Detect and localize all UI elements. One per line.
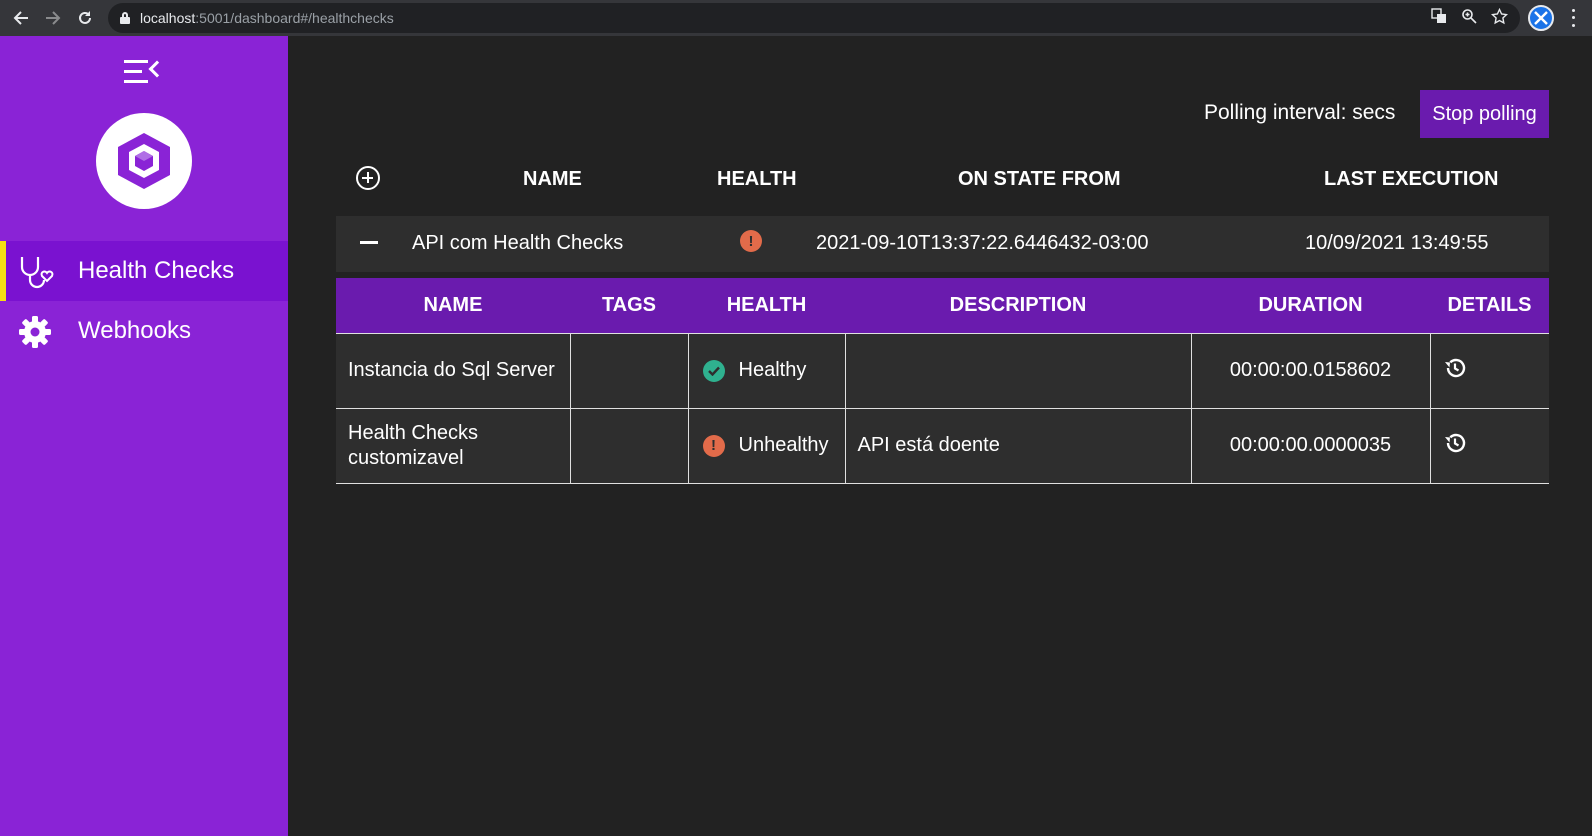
row-on-state-from: 2021-09-10T13:37:22.6446432-03:00 bbox=[816, 232, 1149, 254]
url-text: localhost:5001/dashboard#/healthchecks bbox=[140, 10, 394, 26]
header-health: HEALTH bbox=[717, 168, 797, 190]
menu-icon[interactable] bbox=[1568, 7, 1578, 29]
check-duration: 00:00:00.0000035 bbox=[1190, 407, 1431, 484]
polling-interval-text: Polling interval: secs bbox=[1204, 101, 1396, 124]
detail-header-details: DETAILS bbox=[1430, 278, 1549, 333]
check-details bbox=[1429, 407, 1550, 484]
check-health: Healthy bbox=[687, 332, 846, 409]
table-row: Health Checks customizavel ! Unhealthy A… bbox=[336, 407, 1550, 484]
back-icon[interactable] bbox=[8, 5, 34, 31]
expand-all-icon[interactable] bbox=[356, 166, 380, 190]
sidebar-item-label: Webhooks bbox=[78, 317, 191, 344]
health-label: Unhealthy bbox=[738, 434, 829, 456]
check-health: ! Unhealthy bbox=[687, 407, 846, 484]
browser-toolbar: localhost:5001/dashboard#/healthchecks bbox=[0, 0, 1592, 36]
outer-table-header: NAME HEALTH ON STATE FROM LAST EXECUTION bbox=[336, 162, 1549, 208]
sidebar-item-health-checks[interactable]: Health Checks bbox=[0, 241, 288, 301]
header-on-state-from: ON STATE FROM bbox=[958, 168, 1121, 190]
translate-icon[interactable] bbox=[1431, 8, 1447, 28]
header-last-execution: LAST EXECUTION bbox=[1324, 168, 1499, 190]
zoom-icon[interactable] bbox=[1461, 8, 1477, 28]
gear-icon bbox=[18, 315, 54, 348]
health-label: Healthy bbox=[738, 359, 807, 381]
profile-icon[interactable] bbox=[1528, 5, 1554, 31]
reload-icon[interactable] bbox=[72, 5, 98, 31]
history-icon[interactable] bbox=[1443, 356, 1550, 386]
stethoscope-icon bbox=[18, 255, 54, 289]
detail-header-row: NAME TAGS HEALTH DESCRIPTION DURATION DE… bbox=[336, 278, 1549, 333]
forward-icon[interactable] bbox=[40, 5, 66, 31]
sidebar: Health Checks Webhooks bbox=[0, 36, 288, 836]
detail-header-duration: DURATION bbox=[1191, 278, 1430, 333]
check-name: Health Checks customizavel bbox=[336, 407, 571, 484]
detail-header-health: HEALTH bbox=[688, 278, 845, 333]
check-duration: 00:00:00.0158602 bbox=[1190, 332, 1431, 409]
collapse-row-icon[interactable] bbox=[360, 241, 378, 244]
check-tags bbox=[569, 332, 689, 409]
row-name: API com Health Checks bbox=[412, 232, 624, 254]
checks-detail-table: NAME TAGS HEALTH DESCRIPTION DURATION DE… bbox=[336, 278, 1549, 484]
check-description bbox=[844, 332, 1192, 409]
healthy-check-icon bbox=[702, 359, 725, 382]
sidebar-item-label: Health Checks bbox=[78, 257, 235, 284]
sidebar-item-webhooks[interactable]: Webhooks bbox=[0, 301, 288, 361]
check-tags bbox=[569, 407, 689, 484]
unhealthy-status-icon: ! bbox=[702, 434, 725, 457]
unhealthy-status-icon: ! bbox=[740, 230, 762, 252]
detail-header-name: NAME bbox=[336, 278, 570, 333]
app-logo bbox=[96, 113, 192, 209]
detail-header-tags: TAGS bbox=[570, 278, 688, 333]
check-details bbox=[1429, 332, 1550, 409]
collapse-menu-icon[interactable] bbox=[124, 60, 166, 84]
star-icon[interactable] bbox=[1490, 7, 1509, 29]
table-row: Instancia do Sql Server Healthy 00:00:00… bbox=[336, 332, 1550, 409]
health-check-row[interactable]: API com Health Checks ! 2021-09-10T13:37… bbox=[336, 216, 1549, 272]
header-name: NAME bbox=[523, 168, 582, 190]
lock-icon bbox=[120, 12, 130, 24]
history-icon[interactable] bbox=[1443, 431, 1550, 461]
check-description: API está doente bbox=[844, 407, 1192, 484]
address-bar[interactable]: localhost:5001/dashboard#/healthchecks bbox=[108, 3, 1520, 33]
check-name: Instancia do Sql Server bbox=[336, 332, 571, 409]
row-last-execution: 10/09/2021 13:49:55 bbox=[1305, 232, 1489, 254]
stop-polling-button[interactable]: Stop polling bbox=[1420, 90, 1549, 138]
detail-header-description: DESCRIPTION bbox=[845, 278, 1191, 333]
